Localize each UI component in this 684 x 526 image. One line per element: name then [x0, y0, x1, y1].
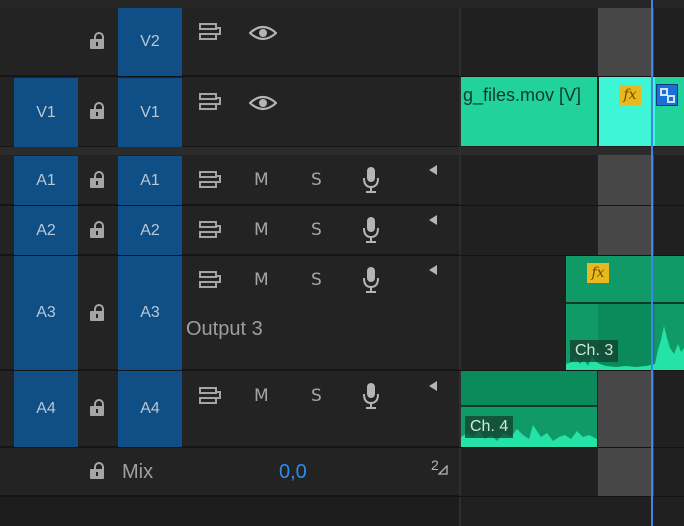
row-sep — [0, 205, 684, 206]
source-patch-v1[interactable]: V1 — [14, 78, 78, 147]
solo-button[interactable]: S — [311, 270, 322, 290]
row-sep — [0, 447, 684, 448]
eye-icon[interactable] — [249, 24, 277, 42]
source-patch-a4[interactable]: A4 — [14, 371, 78, 447]
sync-lock-icon[interactable] — [197, 170, 223, 190]
mix-header — [0, 448, 460, 496]
speaker-icon — [429, 381, 437, 391]
microphone-icon[interactable] — [362, 382, 380, 410]
track-target-a2[interactable]: A2 — [118, 206, 182, 255]
lock-icon[interactable] — [90, 462, 104, 479]
lock-icon[interactable] — [90, 32, 104, 49]
lock-icon[interactable] — [90, 171, 104, 188]
mute-button[interactable]: M — [254, 270, 269, 290]
microphone-icon[interactable] — [362, 266, 380, 294]
sync-lock-icon[interactable] — [197, 220, 223, 240]
lock-icon[interactable] — [90, 102, 104, 119]
work-area-band — [598, 371, 654, 447]
channel-label: Ch. 4 — [465, 416, 514, 438]
microphone-icon[interactable] — [362, 166, 380, 194]
track-target-v2[interactable]: V2 — [118, 8, 182, 76]
mute-button[interactable]: M — [254, 220, 269, 240]
mute-button[interactable]: M — [254, 386, 269, 406]
microphone-icon[interactable] — [362, 216, 380, 244]
clip-name: g_files.mov [V] — [463, 85, 582, 105]
resize-handle-icon[interactable] — [438, 465, 448, 475]
eye-icon[interactable] — [249, 94, 277, 112]
track-target-a1[interactable]: A1 — [118, 156, 182, 205]
fx-badge-icon[interactable]: fx — [619, 85, 641, 105]
sync-lock-icon[interactable] — [197, 92, 223, 112]
fx-badge-icon[interactable]: fx — [587, 263, 609, 283]
mix-volume-value[interactable]: 0,0 — [279, 461, 307, 484]
mix-label: Mix — [122, 461, 154, 483]
clip-header-a3 — [566, 256, 684, 304]
solo-button[interactable]: S — [311, 220, 322, 240]
solo-button[interactable]: S — [311, 170, 322, 190]
lock-icon[interactable] — [90, 399, 104, 416]
sync-lock-icon[interactable] — [197, 270, 223, 290]
source-patch-a3[interactable]: A3 — [14, 256, 78, 370]
mute-button[interactable]: M — [254, 170, 269, 190]
source-patch-a1[interactable]: A1 — [14, 156, 78, 205]
work-area-band — [598, 206, 654, 255]
track-header-v2 — [0, 8, 460, 76]
track-target-v1[interactable]: V1 — [118, 78, 182, 147]
row-sep — [0, 496, 684, 497]
transition-icon[interactable] — [656, 84, 678, 106]
lock-icon[interactable] — [90, 304, 104, 321]
playhead[interactable] — [651, 0, 653, 526]
lock-icon[interactable] — [90, 221, 104, 238]
track-target-a4[interactable]: A4 — [118, 371, 182, 447]
sync-lock-icon[interactable] — [197, 22, 223, 42]
work-area-band — [598, 8, 654, 76]
source-patch-a2[interactable]: A2 — [14, 206, 78, 255]
track-target-a3[interactable]: A3 — [118, 256, 182, 370]
track-output-label: Output 3 — [186, 318, 263, 340]
sync-lock-icon[interactable] — [197, 386, 223, 406]
speaker-icon — [429, 265, 437, 275]
speaker-icon — [429, 215, 437, 225]
speaker-icon — [429, 165, 437, 175]
channel-label: Ch. 3 — [570, 340, 619, 362]
timeline-top-bar — [0, 0, 684, 8]
solo-button[interactable]: S — [311, 386, 322, 406]
work-area-band — [598, 155, 654, 205]
work-area-band — [598, 448, 654, 496]
